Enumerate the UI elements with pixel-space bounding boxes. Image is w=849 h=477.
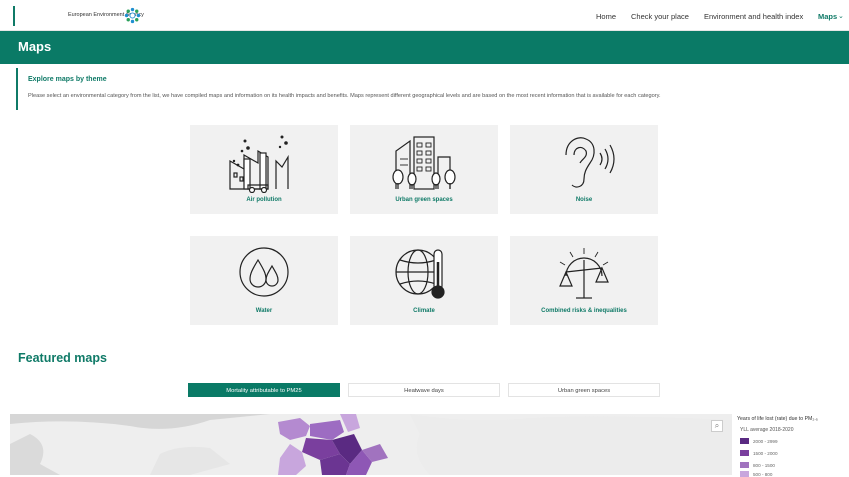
eea-flower-logo-icon[interactable] bbox=[124, 7, 141, 24]
tab-urban-green-spaces[interactable]: Urban green spaces bbox=[508, 383, 660, 397]
nav-home[interactable]: Home bbox=[596, 12, 616, 21]
nav-maps[interactable]: Maps bbox=[818, 12, 837, 21]
nav-environment-health-index[interactable]: Environment and health index bbox=[704, 12, 803, 21]
legend-swatch bbox=[740, 450, 749, 456]
balance-scale-icon bbox=[559, 248, 609, 299]
legend-swatch bbox=[740, 462, 749, 468]
theme-label: Noise bbox=[575, 197, 593, 203]
map-search-icon[interactable]: ⌕ bbox=[711, 420, 723, 432]
intro-section: Explore maps by theme Please select an e… bbox=[16, 68, 836, 110]
page-title: Maps bbox=[18, 39, 52, 54]
water-drops-icon bbox=[239, 247, 289, 297]
tab-mortality-pm25[interactable]: Mortality attributable to PM25 bbox=[188, 383, 340, 397]
factory-pollution-icon bbox=[229, 135, 289, 193]
legend-label: 1500 - 2000 bbox=[753, 451, 778, 456]
theme-label: Combined risks & inequalities bbox=[541, 308, 627, 314]
legend-subtitle: YLL average 2018-2020 bbox=[740, 427, 794, 433]
legend-swatch bbox=[740, 438, 749, 444]
featured-map[interactable] bbox=[10, 414, 732, 475]
theme-card-water[interactable]: Water bbox=[190, 236, 338, 325]
legend-title: Years of life lost (rate) due to PM₂.₅ bbox=[737, 416, 818, 422]
featured-maps-title: Featured maps bbox=[18, 351, 107, 365]
theme-label: Urban green spaces bbox=[395, 197, 453, 203]
page-banner: Maps bbox=[0, 31, 849, 64]
theme-label: Climate bbox=[413, 308, 435, 314]
legend-swatch bbox=[740, 471, 749, 477]
theme-label: Air pollution bbox=[246, 197, 282, 203]
theme-card-air-pollution[interactable]: Air pollution bbox=[190, 125, 338, 214]
ear-sound-icon bbox=[565, 137, 615, 188]
globe-thermometer-icon bbox=[395, 249, 445, 299]
legend-label: 800 - 1500 bbox=[753, 463, 775, 468]
europe-map-graphic bbox=[10, 414, 732, 475]
theme-card-combined-risks[interactable]: Combined risks & inequalities bbox=[510, 236, 658, 325]
city-trees-icon bbox=[392, 136, 456, 190]
chevron-down-icon[interactable]: ⌄ bbox=[838, 12, 844, 20]
intro-title: Explore maps by theme bbox=[28, 76, 107, 83]
theme-card-climate[interactable]: Climate bbox=[350, 236, 498, 325]
theme-label: Water bbox=[255, 308, 273, 314]
tab-heatwave-days[interactable]: Heatwave days bbox=[348, 383, 500, 397]
nav-check-your-place[interactable]: Check your place bbox=[631, 12, 689, 21]
intro-description: Please select an environmental category … bbox=[28, 93, 661, 99]
legend-label: 2000 - 2999 bbox=[753, 439, 778, 444]
top-navigation-bar: European Environment Agency Home Check y… bbox=[0, 0, 849, 31]
theme-card-urban-green-spaces[interactable]: Urban green spaces bbox=[350, 125, 498, 214]
left-accent-line bbox=[13, 6, 15, 26]
theme-card-noise[interactable]: Noise bbox=[510, 125, 658, 214]
